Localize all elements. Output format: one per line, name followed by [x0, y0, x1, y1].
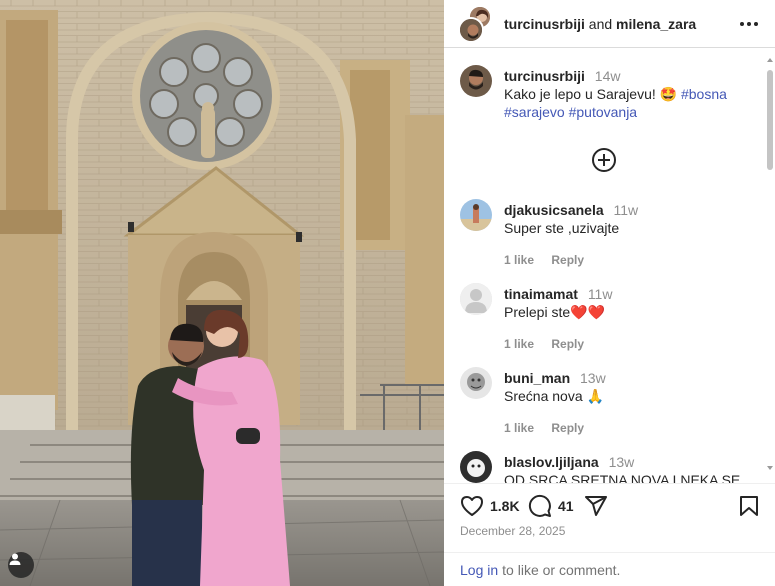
- comment-time[interactable]: 13w: [609, 454, 635, 470]
- caption-text: Kako je lepo u Sarajevu! 🤩: [504, 86, 678, 102]
- author-link[interactable]: milena_zara: [616, 16, 696, 32]
- share-icon: [585, 496, 607, 516]
- author-link[interactable]: turcinusrbiji: [504, 16, 585, 32]
- comment-item: tinaimamat 11w Prelepi ste❤️❤️ 1 like Re…: [460, 283, 760, 355]
- comment-item: buni_man 13w Srećna nova 🙏 1 like Reply: [460, 367, 760, 439]
- scroll-up-arrow[interactable]: [767, 58, 773, 62]
- plus-circle-icon: [592, 148, 616, 172]
- comment-text: Prelepi ste❤️❤️: [504, 304, 606, 320]
- post-actions: 1.8K 41: [444, 483, 775, 527]
- comment-time[interactable]: 13w: [580, 370, 606, 386]
- more-options-button[interactable]: [737, 12, 761, 36]
- tagged-users-button[interactable]: [8, 552, 34, 578]
- login-link[interactable]: Log in: [460, 562, 498, 578]
- save-button[interactable]: [739, 494, 759, 518]
- scroll-thumb[interactable]: [767, 70, 773, 170]
- comment-text: OD SRCA SRETNA NOVA I NEKA SE SVE: [504, 472, 741, 483]
- post-date[interactable]: December 28, 2025: [460, 524, 565, 538]
- login-prompt: Log in to like or comment.: [444, 552, 775, 586]
- comment-text: Super ste ,uzivajte: [504, 220, 620, 236]
- avatar[interactable]: [460, 367, 492, 399]
- like-button[interactable]: 1.8K: [460, 494, 520, 518]
- post-authors: turcinusrbiji and milena_zara: [504, 16, 696, 32]
- comments-section[interactable]: turcinusrbiji 14w Kako je lepo u Sarajev…: [444, 49, 775, 483]
- post-header: turcinusrbiji and milena_zara: [444, 0, 775, 48]
- comment-count[interactable]: 41: [558, 498, 574, 514]
- post-photo[interactable]: [0, 0, 444, 586]
- default-avatar-icon: [460, 283, 492, 315]
- scroll-down-arrow[interactable]: [767, 466, 773, 470]
- author-separator: and: [588, 15, 613, 32]
- avatar[interactable]: [460, 65, 492, 97]
- comment-time[interactable]: 14w: [595, 68, 621, 84]
- avatar[interactable]: [460, 283, 492, 315]
- comment-username[interactable]: tinaimamat: [504, 286, 578, 302]
- photo-scene: [0, 0, 444, 586]
- hashtag-link[interactable]: #bosna: [681, 86, 727, 102]
- hashtag-link[interactable]: #putovanja: [569, 104, 638, 120]
- bookmark-icon: [740, 496, 758, 516]
- avatar[interactable]: [460, 199, 492, 231]
- comment-button[interactable]: 41: [528, 494, 574, 518]
- avatar: [458, 16, 484, 43]
- more-horizontal-icon: [740, 22, 758, 26]
- load-more-comments-button[interactable]: [591, 147, 617, 173]
- comment-icon: [528, 494, 551, 517]
- hashtag-link[interactable]: #sarajevo: [504, 104, 565, 120]
- collab-avatars[interactable]: [458, 4, 492, 43]
- comment-item: blaslov.ljiljana 13w OD SRCA SRETNA NOVA…: [460, 451, 760, 483]
- reply-button[interactable]: Reply: [551, 337, 584, 351]
- comment-username[interactable]: blaslov.ljiljana: [504, 454, 599, 470]
- comment-likes[interactable]: 1 like: [504, 337, 534, 351]
- reply-button[interactable]: Reply: [551, 253, 584, 267]
- login-prompt-text: to like or comment.: [502, 561, 621, 578]
- comments-scrollbar[interactable]: [765, 58, 775, 478]
- comment-likes[interactable]: 1 like: [504, 253, 534, 267]
- comment-username[interactable]: buni_man: [504, 370, 570, 386]
- comment-username[interactable]: djakusicsanela: [504, 202, 604, 218]
- comment-item: djakusicsanela 11w Super ste ,uzivajte 1…: [460, 199, 760, 271]
- reply-button[interactable]: Reply: [551, 421, 584, 435]
- user-icon: [9, 553, 21, 565]
- comment-likes[interactable]: 1 like: [504, 421, 534, 435]
- comment-username[interactable]: turcinusrbiji: [504, 68, 585, 84]
- share-button[interactable]: [584, 494, 608, 518]
- like-count[interactable]: 1.8K: [490, 498, 520, 514]
- heart-icon: [461, 496, 483, 516]
- avatar[interactable]: [460, 451, 492, 483]
- comment-text: Srećna nova 🙏: [504, 388, 604, 404]
- comment-time[interactable]: 11w: [588, 286, 613, 302]
- comment-time[interactable]: 11w: [614, 202, 639, 218]
- post-side-panel: turcinusrbiji and milena_zara turcinusrb…: [444, 0, 775, 586]
